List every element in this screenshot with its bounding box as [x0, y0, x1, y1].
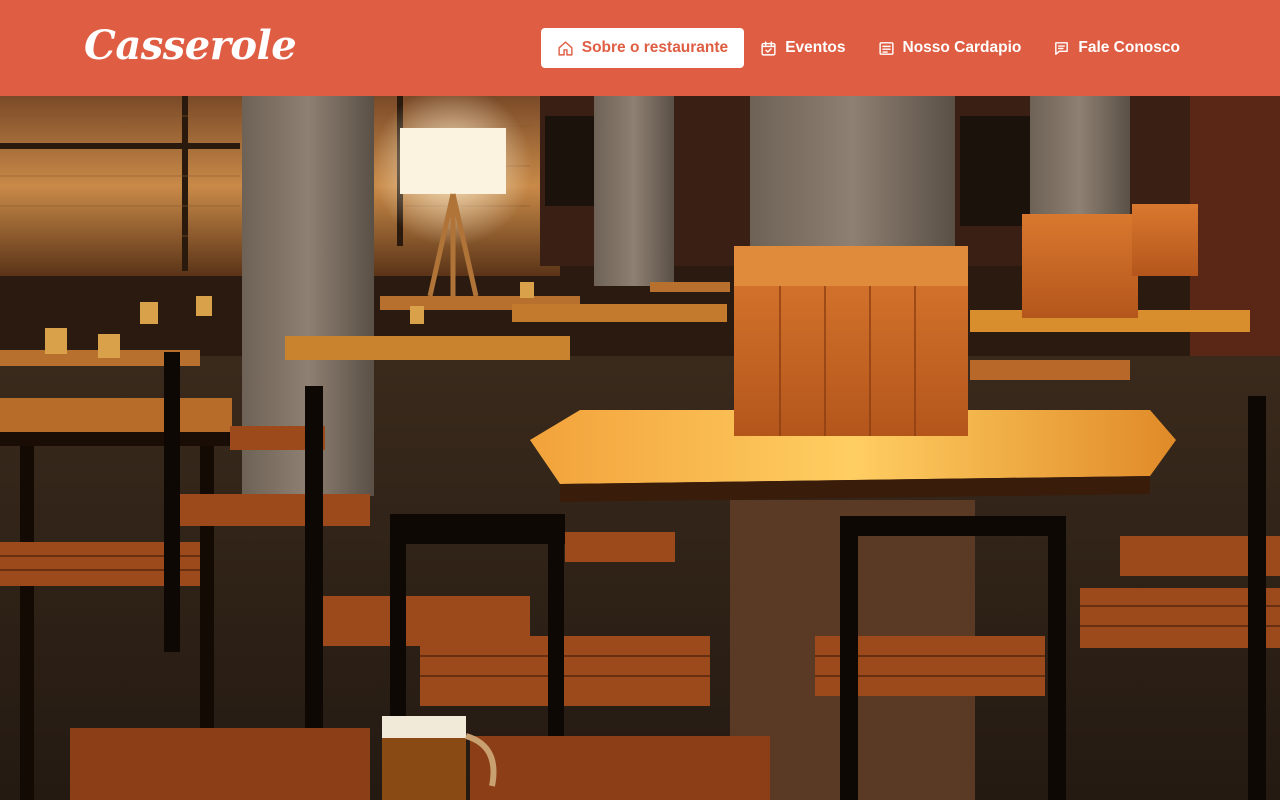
site-header: Casserole Sobre o restaurante Eventos No…	[0, 0, 1280, 96]
menu-list-icon	[878, 40, 895, 57]
nav-item-eventos[interactable]: Eventos	[744, 28, 861, 68]
brand-logo[interactable]: Casserole	[84, 22, 297, 69]
nav-item-label: Nosso Cardapio	[902, 39, 1022, 56]
calendar-icon	[760, 40, 777, 57]
nav-item-label: Fale Conosco	[1078, 39, 1180, 56]
nav-item-contato[interactable]: Fale Conosco	[1037, 28, 1196, 68]
nav-item-label: Sobre o restaurante	[581, 39, 729, 56]
nav-item-sobre[interactable]: Sobre o restaurante	[540, 28, 745, 68]
nav-item-cardapio[interactable]: Nosso Cardapio	[862, 28, 1038, 68]
chat-icon	[1053, 40, 1070, 57]
main-nav: Sobre o restaurante Eventos Nosso Cardap…	[540, 28, 1196, 68]
home-icon	[557, 40, 574, 57]
nav-item-label: Eventos	[785, 39, 846, 56]
hero-image	[0, 96, 1280, 800]
